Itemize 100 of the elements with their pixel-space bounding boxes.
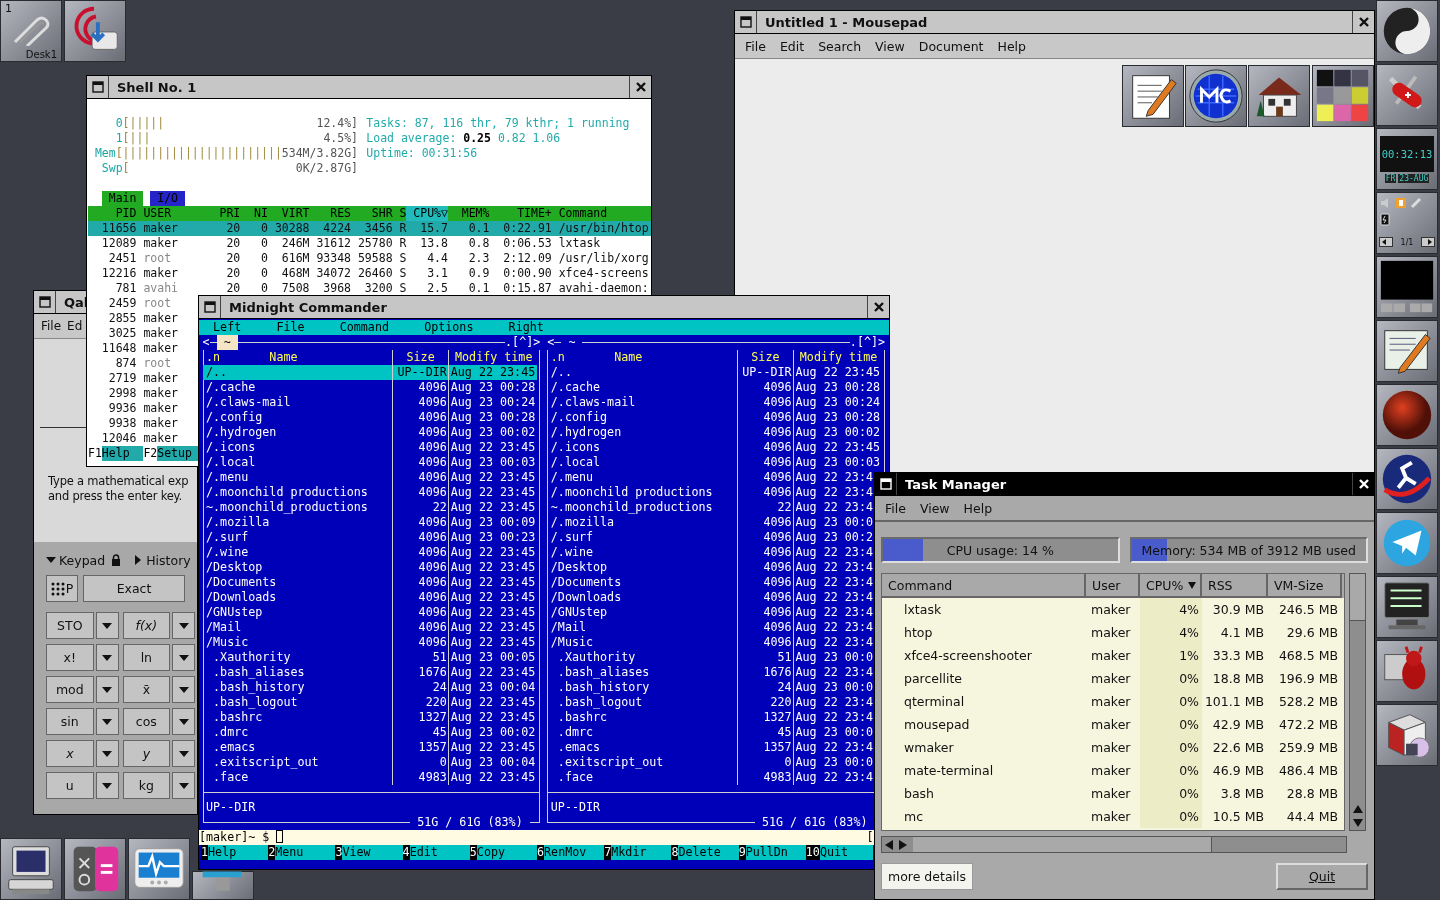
dropdown-button[interactable] bbox=[172, 676, 195, 703]
column-header[interactable]: PRI bbox=[205, 206, 241, 221]
key-button[interactable]: x! bbox=[46, 644, 94, 671]
entry-name[interactable]: /.local bbox=[206, 455, 393, 470]
entry-name[interactable]: .dmrc bbox=[206, 725, 393, 740]
function-key[interactable]: Help bbox=[101, 446, 144, 461]
menu-item[interactable]: File bbox=[38, 319, 65, 333]
screen-preview-icon[interactable] bbox=[1376, 256, 1438, 318]
column-header[interactable]: CPU% bbox=[1140, 574, 1202, 598]
column-header[interactable]: S bbox=[392, 206, 407, 221]
selected-row[interactable]: /.. UP--DIR Aug 22 23:45 bbox=[202, 365, 537, 380]
entry-name[interactable]: /.mozilla bbox=[550, 515, 738, 530]
entry-name[interactable]: /Desktop bbox=[206, 560, 393, 575]
pencil-paper-icon[interactable] bbox=[1122, 65, 1184, 127]
calculator-icon[interactable] bbox=[64, 838, 126, 900]
entry-name[interactable]: /.wine bbox=[206, 545, 393, 560]
entry-name[interactable]: ~.moonchild_productions bbox=[550, 500, 738, 515]
file-manager-logo-icon[interactable] bbox=[1185, 65, 1247, 127]
function-key[interactable]: Delete bbox=[678, 845, 739, 860]
column-header[interactable]: Command bbox=[882, 574, 1086, 598]
entry-name[interactable]: .bash_logout bbox=[206, 695, 393, 710]
entry-name[interactable]: .bashrc bbox=[550, 710, 738, 725]
entry-name[interactable]: /Mail bbox=[550, 620, 738, 635]
function-key[interactable]: Setup bbox=[157, 446, 199, 461]
key-button[interactable]: x̄ bbox=[122, 676, 171, 703]
scroll-thumb[interactable] bbox=[1350, 574, 1365, 621]
column-header[interactable]: NI bbox=[240, 206, 268, 221]
entry-name[interactable]: .emacs bbox=[206, 740, 393, 755]
terminal-monitor-icon[interactable] bbox=[1376, 576, 1438, 638]
key-button[interactable]: cos bbox=[122, 708, 171, 735]
column-header[interactable]: RSS bbox=[1202, 574, 1268, 598]
column-header[interactable]: Modify time bbox=[448, 350, 537, 365]
column-header[interactable]: .n bbox=[550, 350, 615, 365]
function-key[interactable]: Edit bbox=[409, 845, 470, 860]
entry-name[interactable]: /.wine bbox=[550, 545, 738, 560]
entry-name[interactable]: /GNUstep bbox=[206, 605, 393, 620]
section-toggle[interactable]: Keypad bbox=[46, 552, 106, 568]
column-header[interactable]: Name bbox=[269, 350, 298, 365]
column-header[interactable]: SHR bbox=[351, 206, 393, 221]
entry-name[interactable]: .bash_logout bbox=[550, 695, 738, 710]
dropdown-button[interactable] bbox=[172, 740, 195, 767]
entry-name[interactable]: .exitscript_out bbox=[206, 755, 393, 770]
quit-button[interactable]: Quit bbox=[1276, 863, 1368, 890]
column-header[interactable]: CPU%▽ bbox=[406, 206, 448, 221]
previous-desktop-button[interactable] bbox=[1379, 237, 1393, 247]
entry-name[interactable]: /.config bbox=[206, 410, 393, 425]
entry-name[interactable]: /.mozilla bbox=[206, 515, 393, 530]
entry-name[interactable]: /.claws-mail bbox=[206, 395, 393, 410]
swirl-installer-icon[interactable] bbox=[64, 0, 126, 62]
house-icon[interactable] bbox=[1248, 65, 1310, 127]
panel-controls[interactable]: .[^]> bbox=[505, 335, 541, 350]
menu-item[interactable]: Left bbox=[213, 320, 277, 335]
dropdown-button[interactable] bbox=[95, 676, 119, 703]
menu-item[interactable]: Options bbox=[424, 320, 509, 335]
tab[interactable]: Main bbox=[101, 191, 144, 206]
entry-name[interactable]: /GNUstep bbox=[550, 605, 738, 620]
function-key[interactable]: Help bbox=[208, 845, 269, 860]
workspace-clip[interactable]: 1 Desk1 bbox=[0, 0, 62, 62]
panel-controls[interactable]: .[^]> bbox=[849, 335, 886, 350]
app-icon[interactable] bbox=[192, 871, 254, 900]
installer-box-icon[interactable] bbox=[1376, 704, 1438, 766]
key-button[interactable]: y bbox=[122, 740, 171, 767]
key-button[interactable]: sin bbox=[46, 708, 94, 735]
section-toggle[interactable]: History bbox=[133, 552, 191, 568]
next-desktop-button[interactable] bbox=[1421, 237, 1435, 247]
column-header[interactable]: Command bbox=[558, 206, 608, 221]
entry-name[interactable]: /.icons bbox=[550, 440, 738, 455]
exact-button[interactable]: Exact bbox=[83, 575, 185, 602]
menu-item[interactable]: File bbox=[738, 38, 773, 54]
entry-name[interactable]: /Downloads bbox=[550, 590, 738, 605]
column-header[interactable]: PID bbox=[88, 206, 137, 221]
menu-item[interactable]: Ed bbox=[64, 319, 86, 333]
column-header[interactable]: Name bbox=[614, 350, 643, 365]
entry-name[interactable]: .exitscript_out bbox=[550, 755, 738, 770]
menu-item[interactable]: Search bbox=[811, 38, 869, 54]
key-button[interactable]: u bbox=[46, 772, 94, 799]
clipboard-icon[interactable] bbox=[1395, 197, 1407, 209]
menu-item[interactable]: File bbox=[878, 500, 913, 516]
column-header[interactable]: Size bbox=[737, 350, 794, 365]
entry-name[interactable]: /.hydrogen bbox=[206, 425, 393, 440]
dropdown-button[interactable] bbox=[172, 644, 195, 671]
function-key[interactable]: RenMov bbox=[544, 845, 605, 860]
key-button[interactable]: STO bbox=[46, 612, 94, 639]
menu-item[interactable]: Edit bbox=[772, 38, 812, 54]
dropdown-button[interactable] bbox=[95, 740, 119, 767]
more-details-button[interactable]: more details bbox=[881, 863, 973, 890]
pocket-knife-icon[interactable] bbox=[1376, 64, 1438, 126]
dropdown-button[interactable] bbox=[172, 612, 195, 639]
entry-name[interactable]: /.. bbox=[206, 365, 393, 380]
dropdown-button[interactable] bbox=[95, 612, 119, 639]
function-key[interactable]: Copy bbox=[476, 845, 537, 860]
function-key[interactable]: Mkdir bbox=[611, 845, 672, 860]
column-header[interactable]: .n bbox=[206, 350, 270, 365]
key-button[interactable]: mod bbox=[46, 676, 94, 703]
scroll-thumb[interactable] bbox=[913, 837, 1212, 852]
selected-row[interactable]: 11656 maker 20 0 30288 4224 3456 R 15.7 0.1 0:22.91 /usr/bin/htop bbox=[88, 221, 651, 236]
entry-name[interactable]: /.claws-mail bbox=[550, 395, 738, 410]
entry-name[interactable]: .dmrc bbox=[550, 725, 738, 740]
runner-logo-icon[interactable] bbox=[1376, 448, 1438, 510]
keypad-mode-button[interactable]: P bbox=[46, 575, 78, 602]
